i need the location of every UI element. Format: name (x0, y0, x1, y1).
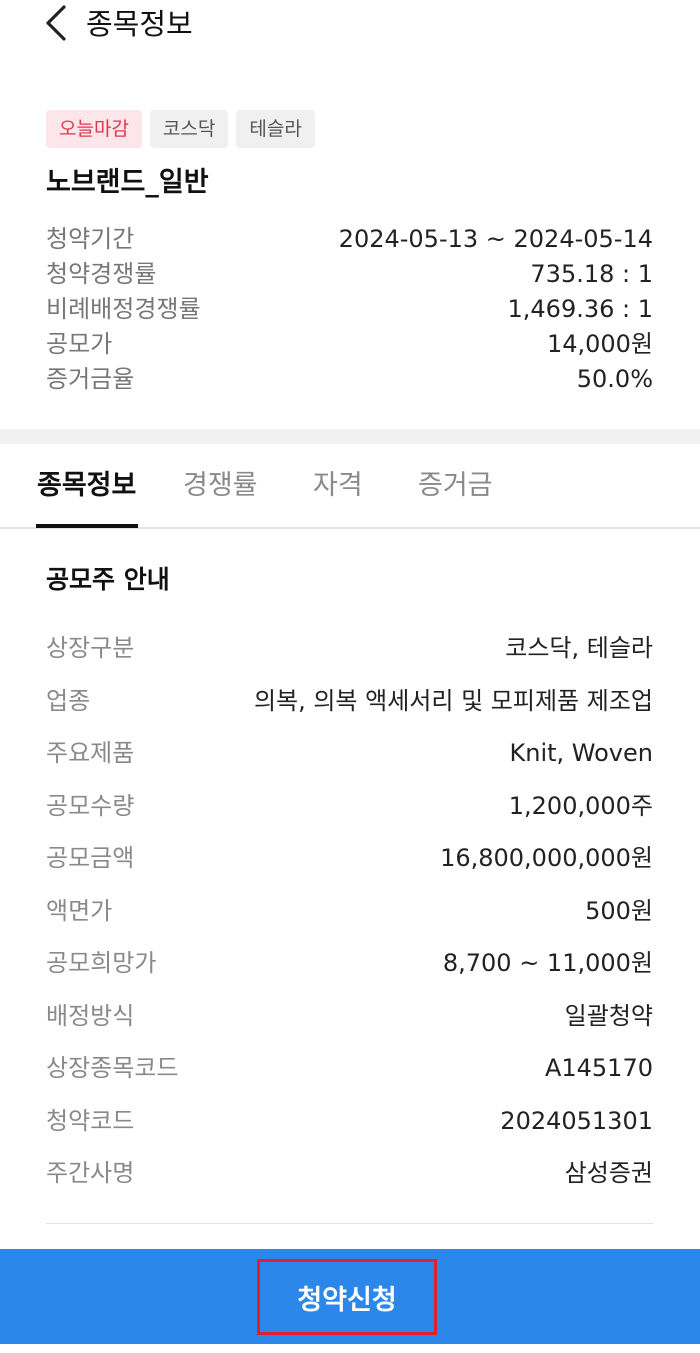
detail-value: A145170 (544, 1054, 653, 1082)
detail-row: 공모희망가 8,700 ~ 11,000원 (46, 937, 653, 990)
detail-value: 의복, 의복 액세서리 및 모피제품 제조업 (253, 686, 653, 715)
summary-row-offer-price: 공모가 14,000원 (46, 327, 653, 362)
summary-label: 공모가 (46, 330, 113, 358)
detail-value: 코스닥, 테슬라 (505, 634, 653, 662)
summary-row-proportional-competition: 비례배정경쟁률 1,469.36 : 1 (46, 292, 653, 327)
detail-row: 청약코드 2024051301 (46, 1095, 653, 1148)
detail-label: 주요제품 (46, 739, 135, 767)
tab-stock-info[interactable]: 종목정보 (37, 466, 136, 506)
detail-label: 주간사명 (46, 1159, 135, 1187)
detail-label: 상장종목코드 (46, 1054, 179, 1082)
chevron-left-icon (46, 5, 66, 41)
detail-row: 상장구분 코스닥, 테슬라 (46, 622, 653, 675)
summary-label: 청약기간 (46, 225, 135, 253)
summary-label: 증거금율 (46, 365, 135, 393)
summary-label: 청약경쟁률 (46, 260, 157, 288)
market-badge: 코스닥 (149, 110, 229, 148)
tab-deposit[interactable]: 증거금 (418, 466, 493, 506)
summary-row-competition: 청약경쟁률 735.18 : 1 (46, 257, 653, 292)
tag-list: 오늘마감 코스닥 테슬라 (46, 110, 315, 148)
tab-eligibility[interactable]: 자격 (313, 466, 363, 506)
subscription-summary: 청약기간 2024-05-13 ~ 2024-05-14 청약경쟁률 735.1… (46, 222, 653, 397)
summary-row-margin-rate: 증거금율 50.0% (46, 362, 653, 397)
detail-value: 16,800,000,000원 (440, 844, 653, 872)
summary-row-period: 청약기간 2024-05-13 ~ 2024-05-14 (46, 222, 653, 257)
detail-value: 2024051301 (500, 1106, 653, 1135)
detail-label: 공모수량 (46, 791, 135, 820)
section-separator (0, 429, 700, 444)
detail-row: 주요제품 Knit, Woven (46, 727, 653, 780)
detail-row: 주간사명 삼성증권 (46, 1147, 653, 1200)
tab-competition-rate[interactable]: 경쟁률 (183, 466, 258, 506)
detail-value: 500원 (585, 896, 653, 925)
detail-label: 배정방식 (46, 1001, 135, 1030)
content-divider (46, 1223, 653, 1224)
summary-value: 2024-05-13 ~ 2024-05-14 (338, 225, 653, 253)
detail-label: 업종 (46, 686, 91, 715)
detail-row: 상장종목코드 A145170 (46, 1042, 653, 1095)
back-button[interactable] (36, 0, 76, 46)
subscribe-button[interactable]: 청약신청 (257, 1259, 437, 1335)
section-title: 공모주 안내 (46, 565, 170, 594)
ipo-details-list: 상장구분 코스닥, 테슬라 업종 의복, 의복 액세서리 및 모피제품 제조업 주요… (46, 622, 653, 1200)
deadline-today-badge: 오늘마감 (46, 110, 142, 148)
bottom-action-bar: 청약신청 (0, 1249, 700, 1344)
listing-type-badge: 테슬라 (236, 110, 315, 148)
detail-label: 청약코드 (46, 1106, 135, 1135)
detail-row: 배정방식 일괄청약 (46, 990, 653, 1043)
app-header: 종목정보 (0, 0, 700, 60)
detail-row: 액면가 500원 (46, 885, 653, 938)
summary-value: 14,000원 (546, 330, 653, 358)
detail-row: 공모금액 16,800,000,000원 (46, 832, 653, 885)
detail-label: 액면가 (46, 896, 113, 925)
active-tab-indicator (36, 524, 138, 528)
stock-name: 노브랜드_일반 (46, 167, 209, 198)
detail-row: 업종 의복, 의복 액세서리 및 모피제품 제조업 (46, 675, 653, 728)
detail-label: 공모금액 (46, 844, 135, 872)
detail-value: 8,700 ~ 11,000원 (442, 949, 653, 977)
detail-label: 공모희망가 (46, 949, 157, 977)
bottom-safe-area (0, 1344, 700, 1353)
summary-value: 1,469.36 : 1 (507, 295, 654, 323)
detail-label: 상장구분 (46, 634, 135, 662)
summary-value: 50.0% (576, 365, 653, 393)
summary-label: 비례배정경쟁률 (46, 295, 201, 323)
tab-bar: 종목정보 경쟁률 자격 증거금 (0, 444, 700, 529)
page-title: 종목정보 (86, 7, 193, 41)
summary-value: 735.18 : 1 (530, 260, 653, 288)
detail-value: Knit, Woven (509, 739, 653, 767)
detail-value: 1,200,000주 (508, 791, 653, 820)
detail-value: 일괄청약 (564, 1001, 653, 1030)
detail-value: 삼성증권 (564, 1159, 653, 1187)
detail-row: 공모수량 1,200,000주 (46, 780, 653, 833)
